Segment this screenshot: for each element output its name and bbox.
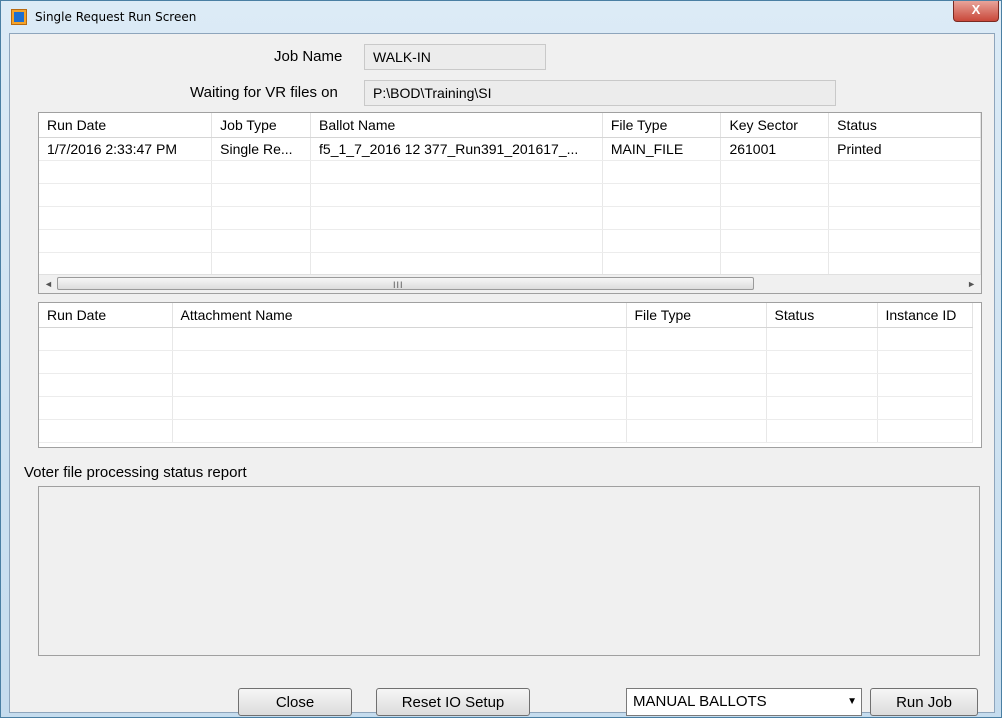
runs-col-job-type[interactable]: Job Type — [211, 113, 312, 138]
window-close-button[interactable]: X — [953, 1, 999, 22]
runs-col-run-date[interactable]: Run Date — [39, 113, 213, 138]
attachments-header-row: Run Date Attachment Name File Type Statu… — [39, 303, 973, 328]
file-type-cell: MAIN_FILE — [602, 137, 722, 161]
ballot-name-cell: f5_1_7_2016 12 377_Run391_201617_... — [310, 137, 603, 161]
empty-row — [39, 350, 973, 374]
runs-header-row: Run Date Job Type Ballot Name File Type … — [39, 113, 981, 138]
empty-row — [39, 327, 973, 351]
waiting-path-field[interactable]: P:\BOD\Training\SI — [364, 80, 836, 106]
app-icon — [11, 9, 27, 25]
runs-table: Run Date Job Type Ballot Name File Type … — [39, 113, 981, 276]
run-job-button[interactable]: Run Job — [870, 688, 978, 716]
empty-row — [39, 183, 981, 207]
app-window: Single Request Run Screen X Job Name WAL… — [0, 0, 1002, 718]
scroll-right-icon[interactable]: ► — [967, 279, 976, 289]
job-name-field[interactable]: WALK-IN — [364, 44, 546, 70]
reset-io-setup-button[interactable]: Reset IO Setup — [376, 688, 530, 716]
attachments-table: Run Date Attachment Name File Type Statu… — [39, 303, 973, 443]
runs-col-file-type[interactable]: File Type — [602, 113, 722, 138]
runs-col-status[interactable]: Status — [828, 113, 981, 138]
runs-horizontal-scrollbar[interactable]: ◄ III ► — [39, 274, 981, 293]
report-label: Voter file processing status report — [24, 464, 247, 481]
runs-col-key-sector[interactable]: Key Sector — [720, 113, 830, 138]
empty-row — [39, 419, 973, 443]
job-type-cell: Single Re... — [211, 137, 312, 161]
job-name-label: Job Name — [274, 48, 343, 65]
scroll-left-icon[interactable]: ◄ — [44, 279, 53, 289]
attachments-grid[interactable]: Run Date Attachment Name File Type Statu… — [38, 302, 982, 448]
window-title: Single Request Run Screen — [35, 10, 197, 24]
scroll-grip-icon: III — [393, 280, 404, 290]
attach-col-attachment-name[interactable]: Attachment Name — [172, 303, 627, 328]
mode-select-value: MANUAL BALLOTS — [633, 693, 767, 710]
empty-row — [39, 396, 973, 420]
attach-col-file-type[interactable]: File Type — [626, 303, 767, 328]
empty-row — [39, 206, 981, 230]
status-report-box[interactable] — [38, 486, 980, 656]
run-date-cell: 1/7/2016 2:33:47 PM — [39, 137, 213, 161]
attach-col-status[interactable]: Status — [766, 303, 878, 328]
empty-row — [39, 373, 973, 397]
empty-row — [39, 252, 981, 276]
attach-col-run-date[interactable]: Run Date — [39, 303, 173, 328]
scroll-thumb[interactable]: III — [57, 277, 754, 290]
empty-row — [39, 160, 981, 184]
empty-row — [39, 229, 981, 253]
key-sector-cell: 261001 — [720, 137, 830, 161]
status-cell: Printed — [828, 137, 981, 161]
waiting-label: Waiting for VR files on — [190, 84, 338, 101]
mode-select[interactable]: MANUAL BALLOTS ▼ — [626, 688, 862, 716]
table-row[interactable]: 1/7/2016 2:33:47 PM Single Re... f5_1_7_… — [39, 137, 981, 161]
runs-col-ballot-name[interactable]: Ballot Name — [310, 113, 603, 138]
close-button[interactable]: Close — [238, 688, 352, 716]
client-area: Job Name WALK-IN Waiting for VR files on… — [9, 33, 995, 716]
chevron-down-icon[interactable]: ▼ — [847, 689, 857, 715]
title-bar: Single Request Run Screen X — [1, 1, 1001, 33]
attach-col-instance-id[interactable]: Instance ID — [877, 303, 973, 328]
runs-grid[interactable]: Run Date Job Type Ballot Name File Type … — [38, 112, 982, 294]
